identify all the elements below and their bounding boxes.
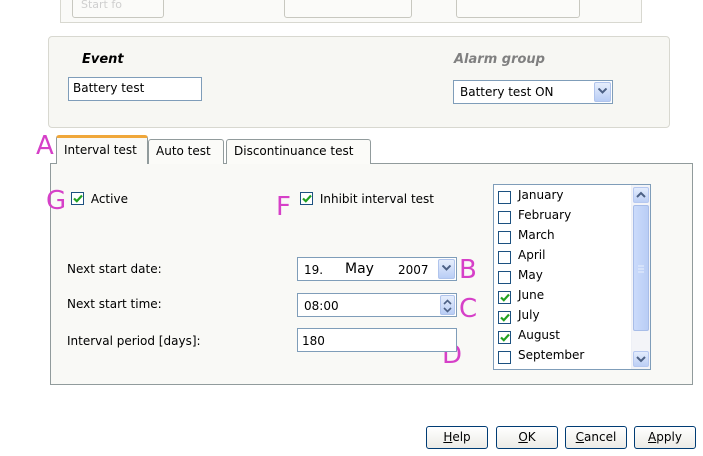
month-checkbox[interactable] — [498, 291, 511, 304]
tab-auto-test[interactable]: Auto test — [148, 139, 224, 164]
interval-period-input[interactable]: 180 — [297, 328, 457, 352]
event-heading: Event — [82, 52, 124, 67]
chevron-down-icon[interactable] — [438, 259, 455, 279]
month-label: September — [518, 348, 585, 362]
next-start-time-label: Next start time: — [67, 297, 162, 311]
month-label: July — [518, 308, 540, 322]
tab-auto-test-label: Auto test — [156, 144, 211, 158]
date-month[interactable]: May — [345, 261, 374, 277]
help-mnemonic: H — [443, 430, 453, 444]
apply-label: pply — [656, 430, 682, 444]
active-checkbox[interactable]: Active — [71, 191, 128, 206]
month-checkbox[interactable] — [498, 251, 511, 264]
month-label: January — [518, 188, 564, 202]
next-start-date-picker[interactable]: 19. May 2007 — [297, 257, 457, 281]
cancel-label: ancel — [584, 430, 617, 444]
month-label: August — [518, 328, 560, 342]
month-label: March — [518, 228, 555, 242]
inhibit-interval-checkbox[interactable]: Inhibit interval test — [300, 191, 434, 206]
interval-period-label: Interval period [days]: — [67, 334, 201, 348]
month-label: June — [518, 288, 545, 302]
month-label: April — [518, 248, 546, 262]
date-year[interactable]: 2007 — [398, 263, 429, 277]
inhibit-check-box[interactable] — [300, 192, 313, 205]
tab-discontinuance-test-label: Discontinuance test — [234, 144, 354, 158]
scroll-down-icon[interactable] — [633, 351, 649, 367]
month-checkbox[interactable] — [498, 271, 511, 284]
apply-button[interactable]: Apply — [634, 426, 696, 449]
marker-c: C — [459, 294, 478, 324]
next-start-time-input[interactable]: 08:00 — [297, 293, 457, 317]
inhibit-label: Inhibit interval test — [319, 191, 434, 206]
month-checkbox[interactable] — [498, 351, 511, 364]
top-field-right[interactable] — [456, 0, 580, 18]
help-button[interactable]: Help — [426, 426, 488, 449]
time-value: 08:00 — [304, 299, 339, 313]
start-button[interactable]: Start fo — [72, 0, 164, 18]
month-checkbox[interactable] — [498, 311, 511, 324]
active-check-box[interactable] — [71, 192, 84, 205]
marker-b: B — [459, 255, 477, 285]
date-day[interactable]: 19. — [304, 263, 323, 277]
start-button-label: Start fo — [81, 0, 122, 11]
time-spinner[interactable] — [440, 295, 455, 315]
next-start-date-label: Next start date: — [67, 262, 162, 276]
alarm-group-select[interactable]: Battery test ON — [453, 80, 613, 104]
month-label: May — [518, 268, 543, 282]
month-checkbox[interactable] — [498, 231, 511, 244]
alarm-group-heading: Alarm group — [454, 52, 545, 67]
month-list[interactable]: January February March April May June Ju… — [493, 184, 651, 370]
alarm-group-value: Battery test ON — [460, 85, 554, 99]
ok-mnemonic: O — [518, 430, 528, 444]
month-checkbox[interactable] — [498, 331, 511, 344]
ok-button[interactable]: OK — [496, 426, 558, 449]
month-checkbox[interactable] — [498, 211, 511, 224]
top-field[interactable] — [284, 0, 412, 18]
tab-interval-test[interactable]: Interval test — [56, 135, 148, 164]
event-input[interactable]: Battery test — [68, 77, 202, 101]
month-label: February — [518, 208, 572, 222]
marker-g: G — [46, 186, 67, 216]
ok-label: K — [527, 430, 536, 444]
cancel-mnemonic: C — [575, 430, 585, 444]
month-checkbox[interactable] — [498, 191, 511, 204]
scroll-thumb[interactable] — [633, 205, 649, 331]
marker-a: A — [36, 131, 54, 161]
scroll-up-icon[interactable] — [633, 187, 649, 203]
marker-f: F — [276, 192, 291, 222]
tab-interval-test-label: Interval test — [64, 143, 137, 157]
help-label: elp — [452, 430, 471, 444]
tab-discontinuance-test[interactable]: Discontinuance test — [226, 139, 371, 164]
month-list-scrollbar[interactable] — [631, 185, 650, 369]
chevron-down-icon[interactable] — [594, 82, 611, 102]
cancel-button[interactable]: Cancel — [565, 426, 627, 449]
active-label: Active — [90, 191, 128, 206]
